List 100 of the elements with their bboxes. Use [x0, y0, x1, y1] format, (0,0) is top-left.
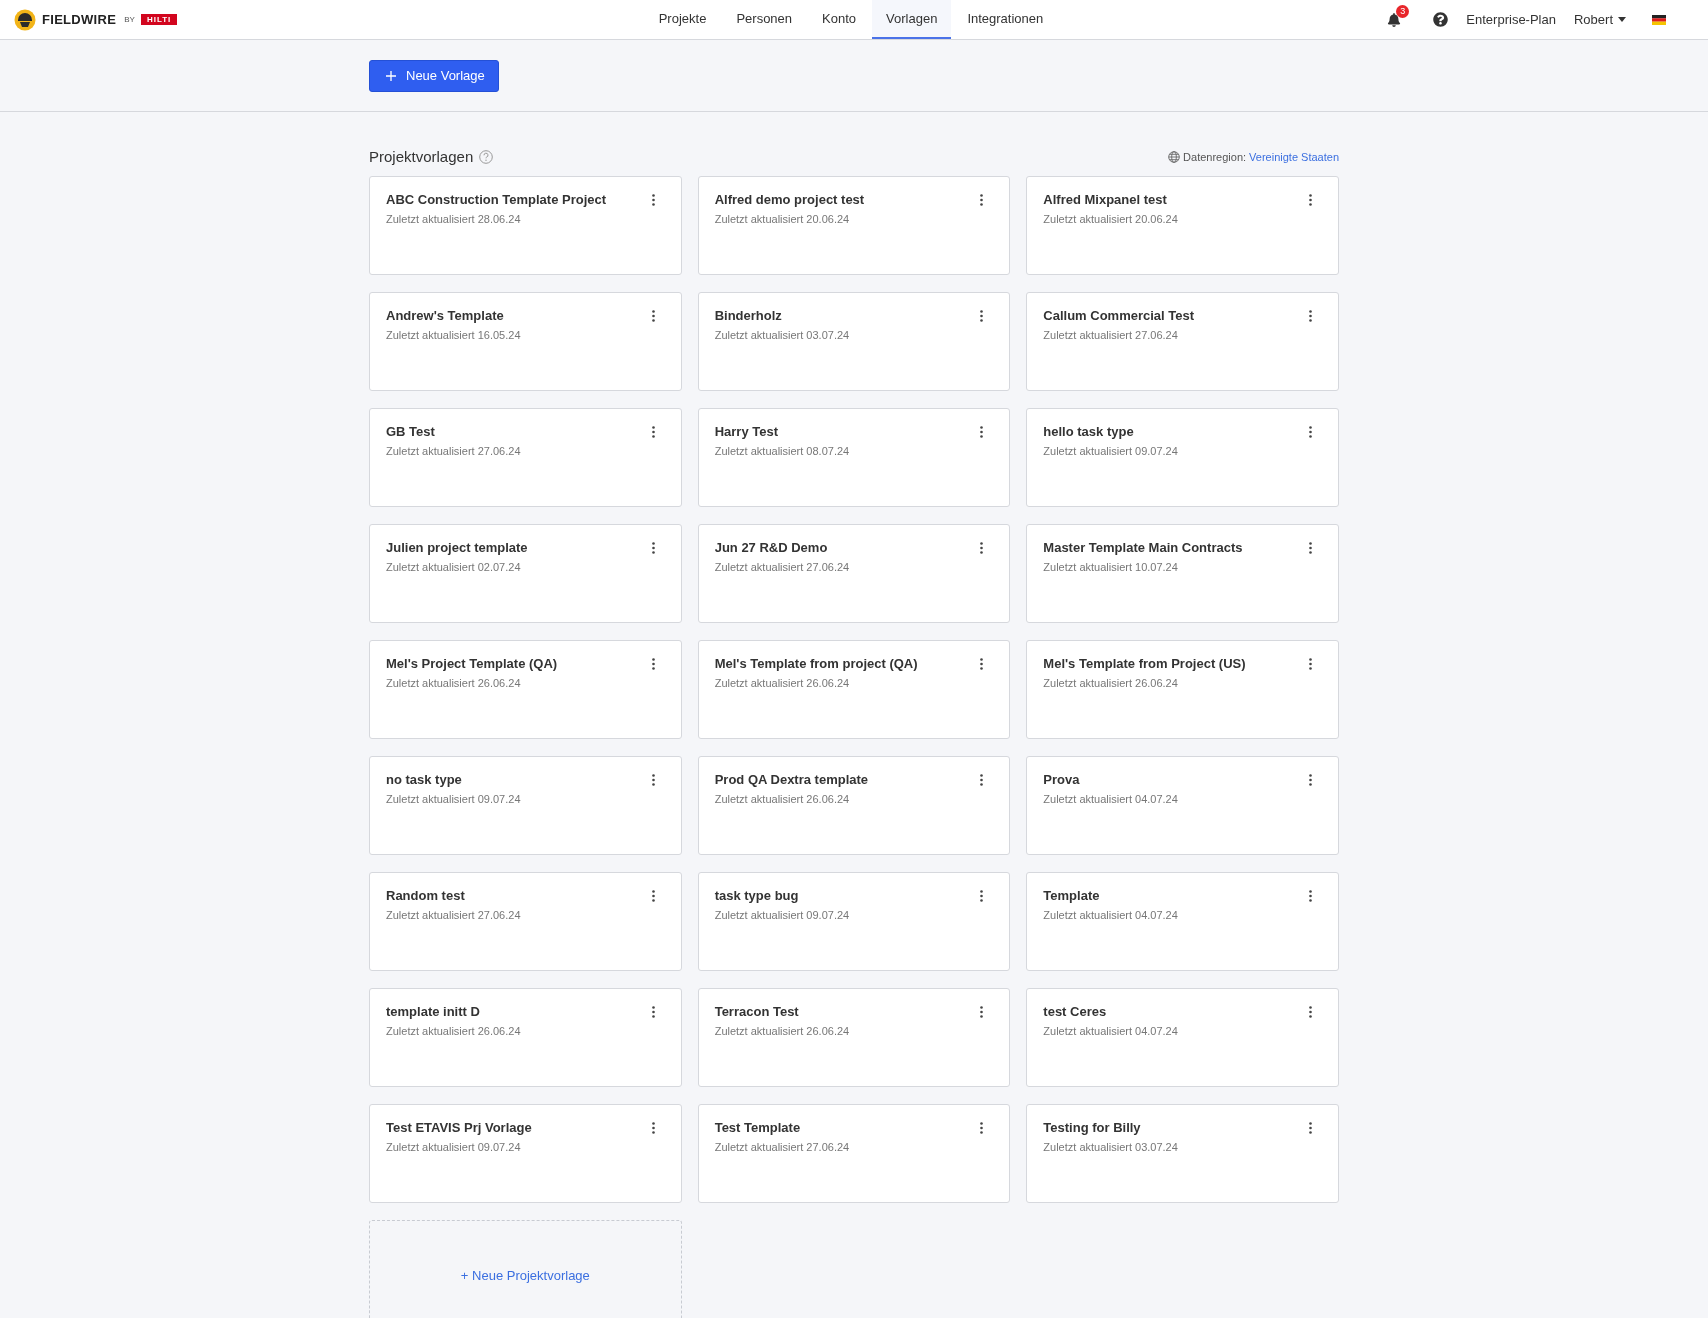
section-title: Projektvorlagen — [369, 148, 474, 165]
updated-date: Zuletzt aktualisiert 20.06.24 — [714, 213, 851, 225]
updated-date: Zuletzt aktualisiert 09.07.24 — [1043, 445, 1178, 457]
template-card[interactable]: Prova Zuletzt aktualisiert 04.07.24 — [1026, 756, 1339, 855]
nav-tab[interactable]: Vorlagen — [872, 0, 952, 39]
data-region-link[interactable]: Vereinigte Staaten — [1249, 150, 1339, 163]
template-card[interactable]: Master Template Main Contracts Zuletzt aktualisiert 10.07.24 — [1026, 524, 1339, 623]
more-options-icon — [980, 774, 984, 786]
template-name: Prod QA Dextra template — [714, 772, 869, 787]
nav-tab[interactable]: Konto — [808, 0, 871, 39]
updated-date: Zuletzt aktualisiert 02.07.24 — [386, 561, 522, 573]
template-card[interactable]: Mel's Project Template (QA) Zuletzt aktualisiert 26.06.24 — [369, 640, 682, 739]
more-options-icon — [651, 890, 655, 902]
template-name: Binderholz — [714, 308, 783, 323]
template-card[interactable]: GB Test Zuletzt aktualisiert 27.06.24 — [369, 408, 682, 507]
updated-date: Zuletzt aktualisiert 10.07.24 — [1043, 561, 1179, 573]
template-card[interactable]: Binderholz Zuletzt aktualisiert 03.07.24 — [697, 292, 1011, 391]
more-options-icon — [980, 1122, 984, 1134]
template-name: no task type — [386, 772, 463, 787]
template-card[interactable]: ABC Construction Template Project Zuletzt aktualisiert 28.06.24 — [369, 176, 682, 275]
more-options-icon — [980, 426, 984, 438]
notification-count: 3 — [1396, 4, 1410, 18]
notifications-button[interactable] — [1387, 12, 1402, 27]
template-name: Testing for Billy — [1043, 1120, 1142, 1135]
more-options-icon — [980, 542, 984, 554]
updated-date: Zuletzt aktualisiert 26.06.24 — [714, 1025, 850, 1037]
template-card[interactable]: Harry Test Zuletzt aktualisiert 08.07.24 — [697, 408, 1011, 507]
template-card[interactable]: no task type Zuletzt aktualisiert 09.07.24 — [369, 756, 682, 855]
updated-date: Zuletzt aktualisiert 08.07.24 — [714, 445, 850, 457]
template-card[interactable]: Alfred demo project test Zuletzt aktualisiert 20.06.24 — [697, 176, 1011, 275]
template-card[interactable]: Testing for Billy Zuletzt aktualisiert 03.07.24 — [1026, 1104, 1339, 1203]
updated-date: Zuletzt aktualisiert 27.06.24 — [386, 445, 521, 457]
more-options-icon — [651, 774, 655, 786]
help-icon[interactable] — [1433, 12, 1449, 27]
updated-date: Zuletzt aktualisiert 27.06.24 — [386, 909, 521, 921]
flag-icon[interactable] — [1652, 14, 1666, 25]
nav-tab[interactable]: Projekte — [644, 0, 721, 39]
template-card[interactable]: Terracon Test Zuletzt aktualisiert 26.06.24 — [697, 988, 1011, 1087]
template-card[interactable]: Mel's Template from Project (US) Zuletzt aktualisiert 26.06.24 — [1026, 640, 1339, 739]
updated-date: Zuletzt aktualisiert 26.06.24 — [386, 677, 522, 689]
by-label: BY — [124, 15, 135, 24]
nav-tab[interactable]: Integrationen — [953, 0, 1058, 39]
nav-tab[interactable]: Personen — [722, 0, 807, 39]
template-name: task type bug — [714, 888, 800, 903]
more-options-icon — [1309, 1122, 1312, 1134]
template-card[interactable]: hello task type Zuletzt aktualisiert 09.07.24 — [1026, 408, 1339, 507]
updated-date: Zuletzt aktualisiert 26.06.24 — [714, 677, 851, 689]
template-card[interactable]: Test ETAVIS Prj Vorlage Zuletzt aktualisiert 09.07.24 — [369, 1104, 682, 1203]
more-options-icon — [1309, 426, 1312, 438]
partner-logo: HILTI — [140, 14, 178, 25]
more-options-icon — [651, 310, 655, 322]
updated-date: Zuletzt aktualisiert 26.06.24 — [1043, 677, 1179, 689]
more-options-icon — [1309, 310, 1312, 322]
more-options-icon — [1309, 194, 1312, 206]
more-options-icon — [1309, 774, 1312, 786]
template-card[interactable]: Test Template Zuletzt aktualisiert 27.06.24 — [697, 1104, 1011, 1203]
template-name: Harry Test — [714, 424, 779, 439]
user-menu[interactable]: Robert — [1573, 12, 1626, 27]
template-card[interactable]: Random test Zuletzt aktualisiert 27.06.24 — [369, 872, 682, 971]
template-name: Test ETAVIS Prj Vorlage — [386, 1120, 532, 1135]
template-name: test Ceres — [1043, 1004, 1108, 1019]
template-name: Callum Commercial Test — [1043, 308, 1195, 323]
updated-date: Zuletzt aktualisiert 03.07.24 — [1043, 1141, 1178, 1153]
updated-date: Zuletzt aktualisiert 16.05.24 — [386, 329, 521, 341]
template-name: Prova — [1043, 772, 1081, 787]
template-card[interactable]: Callum Commercial Test Zuletzt aktualisiert 27.06.24 — [1026, 292, 1339, 391]
new-template-card[interactable]: + Neue Projektvorlage — [369, 1220, 682, 1318]
more-options-icon — [980, 890, 984, 902]
hard-hat-logo-icon — [14, 8, 36, 31]
template-card[interactable]: Mel's Template from project (QA) Zuletzt aktualisiert 26.06.24 — [697, 640, 1011, 739]
template-card[interactable]: Julien project template Zuletzt aktualisiert 02.07.24 — [369, 524, 682, 623]
template-card[interactable]: Prod QA Dextra template Zuletzt aktualisiert 26.06.24 — [697, 756, 1011, 855]
template-name: Template — [1043, 888, 1101, 903]
more-options-icon — [1309, 890, 1312, 902]
plan-label: Enterprise-Plan — [1466, 12, 1556, 27]
template-card[interactable]: Andrew's Template Zuletzt aktualisiert 16.05.24 — [369, 292, 682, 391]
template-name: Mel's Project Template (QA) — [386, 656, 558, 671]
template-name: Mel's Template from Project (US) — [1043, 656, 1246, 671]
new-project-template-link[interactable]: + Neue Projektvorlage — [460, 1268, 590, 1283]
updated-date: Zuletzt aktualisiert 04.07.24 — [1043, 793, 1178, 805]
template-name: Random test — [386, 888, 466, 903]
more-options-icon — [980, 310, 984, 322]
data-region-label: Datenregion: — [1183, 150, 1247, 163]
template-name: Mel's Template from project (QA) — [714, 656, 918, 671]
template-card[interactable]: test Ceres Zuletzt aktualisiert 04.07.24 — [1026, 988, 1339, 1087]
brand-name: FIELDWIRE — [42, 12, 117, 27]
updated-date: Zuletzt aktualisiert 27.06.24 — [714, 1141, 850, 1153]
more-options-icon — [651, 658, 655, 670]
new-template-button[interactable]: Neue Vorlage — [369, 59, 499, 92]
more-options-icon — [1309, 658, 1312, 670]
more-options-icon — [1309, 542, 1312, 554]
template-card[interactable]: task type bug Zuletzt aktualisiert 09.07.24 — [697, 872, 1011, 971]
template-name: Terracon Test — [714, 1004, 800, 1019]
template-card[interactable]: Alfred Mixpanel test Zuletzt aktualisiert 20.06.24 — [1026, 176, 1339, 275]
template-card[interactable]: Jun 27 R&D Demo Zuletzt aktualisiert 27.06.24 — [697, 524, 1011, 623]
template-card[interactable]: Template Zuletzt aktualisiert 04.07.24 — [1026, 872, 1339, 971]
template-name: template initt D — [386, 1004, 481, 1019]
globe-icon — [1168, 150, 1181, 163]
template-card[interactable]: template initt D Zuletzt aktualisiert 26.06.24 — [369, 988, 682, 1087]
updated-date: Zuletzt aktualisiert 09.07.24 — [714, 909, 850, 921]
